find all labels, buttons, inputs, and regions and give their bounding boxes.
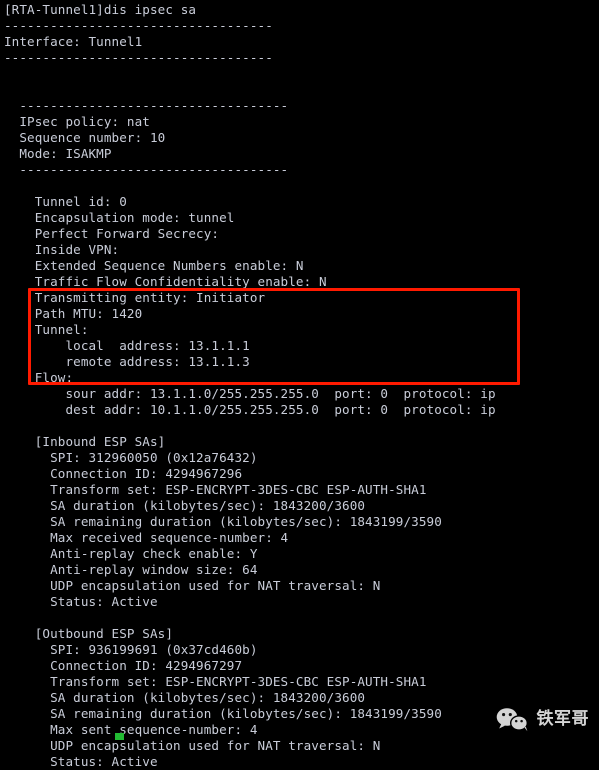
terminal-line: Transform set: ESP-ENCRYPT-3DES-CBC ESP-… bbox=[4, 674, 427, 689]
terminal-line: ----------------------------------- bbox=[4, 98, 289, 113]
terminal-line: Perfect Forward Secrecy: bbox=[4, 226, 220, 241]
terminal-output: [RTA-Tunnel1]dis ipsec sa ---------------… bbox=[0, 2, 599, 770]
terminal-line: [Outbound ESP SAs] bbox=[4, 626, 174, 641]
terminal-line: UDP encapsulation used for NAT traversal… bbox=[4, 738, 381, 753]
terminal-line: local address: 13.1.1.1 bbox=[4, 338, 250, 353]
terminal-line: Interface: Tunnel1 bbox=[4, 34, 143, 49]
terminal-line: ----------------------------------- bbox=[4, 18, 273, 33]
terminal-line: Tunnel id: 0 bbox=[4, 194, 127, 209]
terminal-line: IPsec policy: nat bbox=[4, 114, 150, 129]
terminal-line: [Inbound ESP SAs] bbox=[4, 434, 166, 449]
terminal-line: Mode: ISAKMP bbox=[4, 146, 112, 161]
terminal-line: Path MTU: 1420 bbox=[4, 306, 143, 321]
terminal-line: Inside VPN: bbox=[4, 242, 120, 257]
terminal-line: Status: Active bbox=[4, 594, 158, 609]
watermark-text: 铁军哥 bbox=[536, 708, 589, 729]
terminal-window[interactable]: [RTA-Tunnel1]dis ipsec sa ---------------… bbox=[0, 0, 599, 769]
terminal-line: ----------------------------------- bbox=[4, 162, 289, 177]
watermark: 铁军哥 bbox=[496, 706, 590, 732]
terminal-line: SPI: 312960050 (0x12a76432) bbox=[4, 450, 258, 465]
terminal-line: UDP encapsulation used for NAT traversal… bbox=[4, 578, 381, 593]
terminal-line: SPI: 936199691 (0x37cd460b) bbox=[4, 642, 258, 657]
terminal-line: dest addr: 10.1.1.0/255.255.255.0 port: … bbox=[4, 402, 496, 417]
terminal-line: remote address: 13.1.1.3 bbox=[4, 354, 250, 369]
terminal-cursor bbox=[115, 733, 124, 740]
terminal-line: Max received sequence-number: 4 bbox=[4, 530, 289, 545]
terminal-line: SA duration (kilobytes/sec): 1843200/360… bbox=[4, 690, 366, 705]
terminal-line: Extended Sequence Numbers enable: N bbox=[4, 258, 304, 273]
terminal-line: Anti-replay check enable: Y bbox=[4, 546, 258, 561]
terminal-line: Transmitting entity: Initiator bbox=[4, 290, 266, 305]
terminal-line: Sequence number: 10 bbox=[4, 130, 166, 145]
terminal-line: sour addr: 13.1.1.0/255.255.255.0 port: … bbox=[4, 386, 496, 401]
terminal-line: SA duration (kilobytes/sec): 1843200/360… bbox=[4, 498, 366, 513]
terminal-line: Connection ID: 4294967297 bbox=[4, 658, 243, 673]
terminal-line: ----------------------------------- bbox=[4, 50, 273, 65]
terminal-line: Encapsulation mode: tunnel bbox=[4, 210, 235, 225]
terminal-line: [RTA-Tunnel1]dis ipsec sa bbox=[4, 2, 197, 17]
terminal-line: Traffic Flow Confidentiality enable: N bbox=[4, 274, 327, 289]
terminal-line: Flow: bbox=[4, 370, 74, 385]
wechat-icon bbox=[496, 706, 530, 732]
terminal-line: Tunnel: bbox=[4, 322, 89, 337]
terminal-line: Status: Active bbox=[4, 754, 158, 769]
terminal-line: Transform set: ESP-ENCRYPT-3DES-CBC ESP-… bbox=[4, 482, 427, 497]
terminal-line: Connection ID: 4294967296 bbox=[4, 466, 243, 481]
terminal-line: SA remaining duration (kilobytes/sec): 1… bbox=[4, 514, 442, 529]
terminal-line: Anti-replay window size: 64 bbox=[4, 562, 258, 577]
